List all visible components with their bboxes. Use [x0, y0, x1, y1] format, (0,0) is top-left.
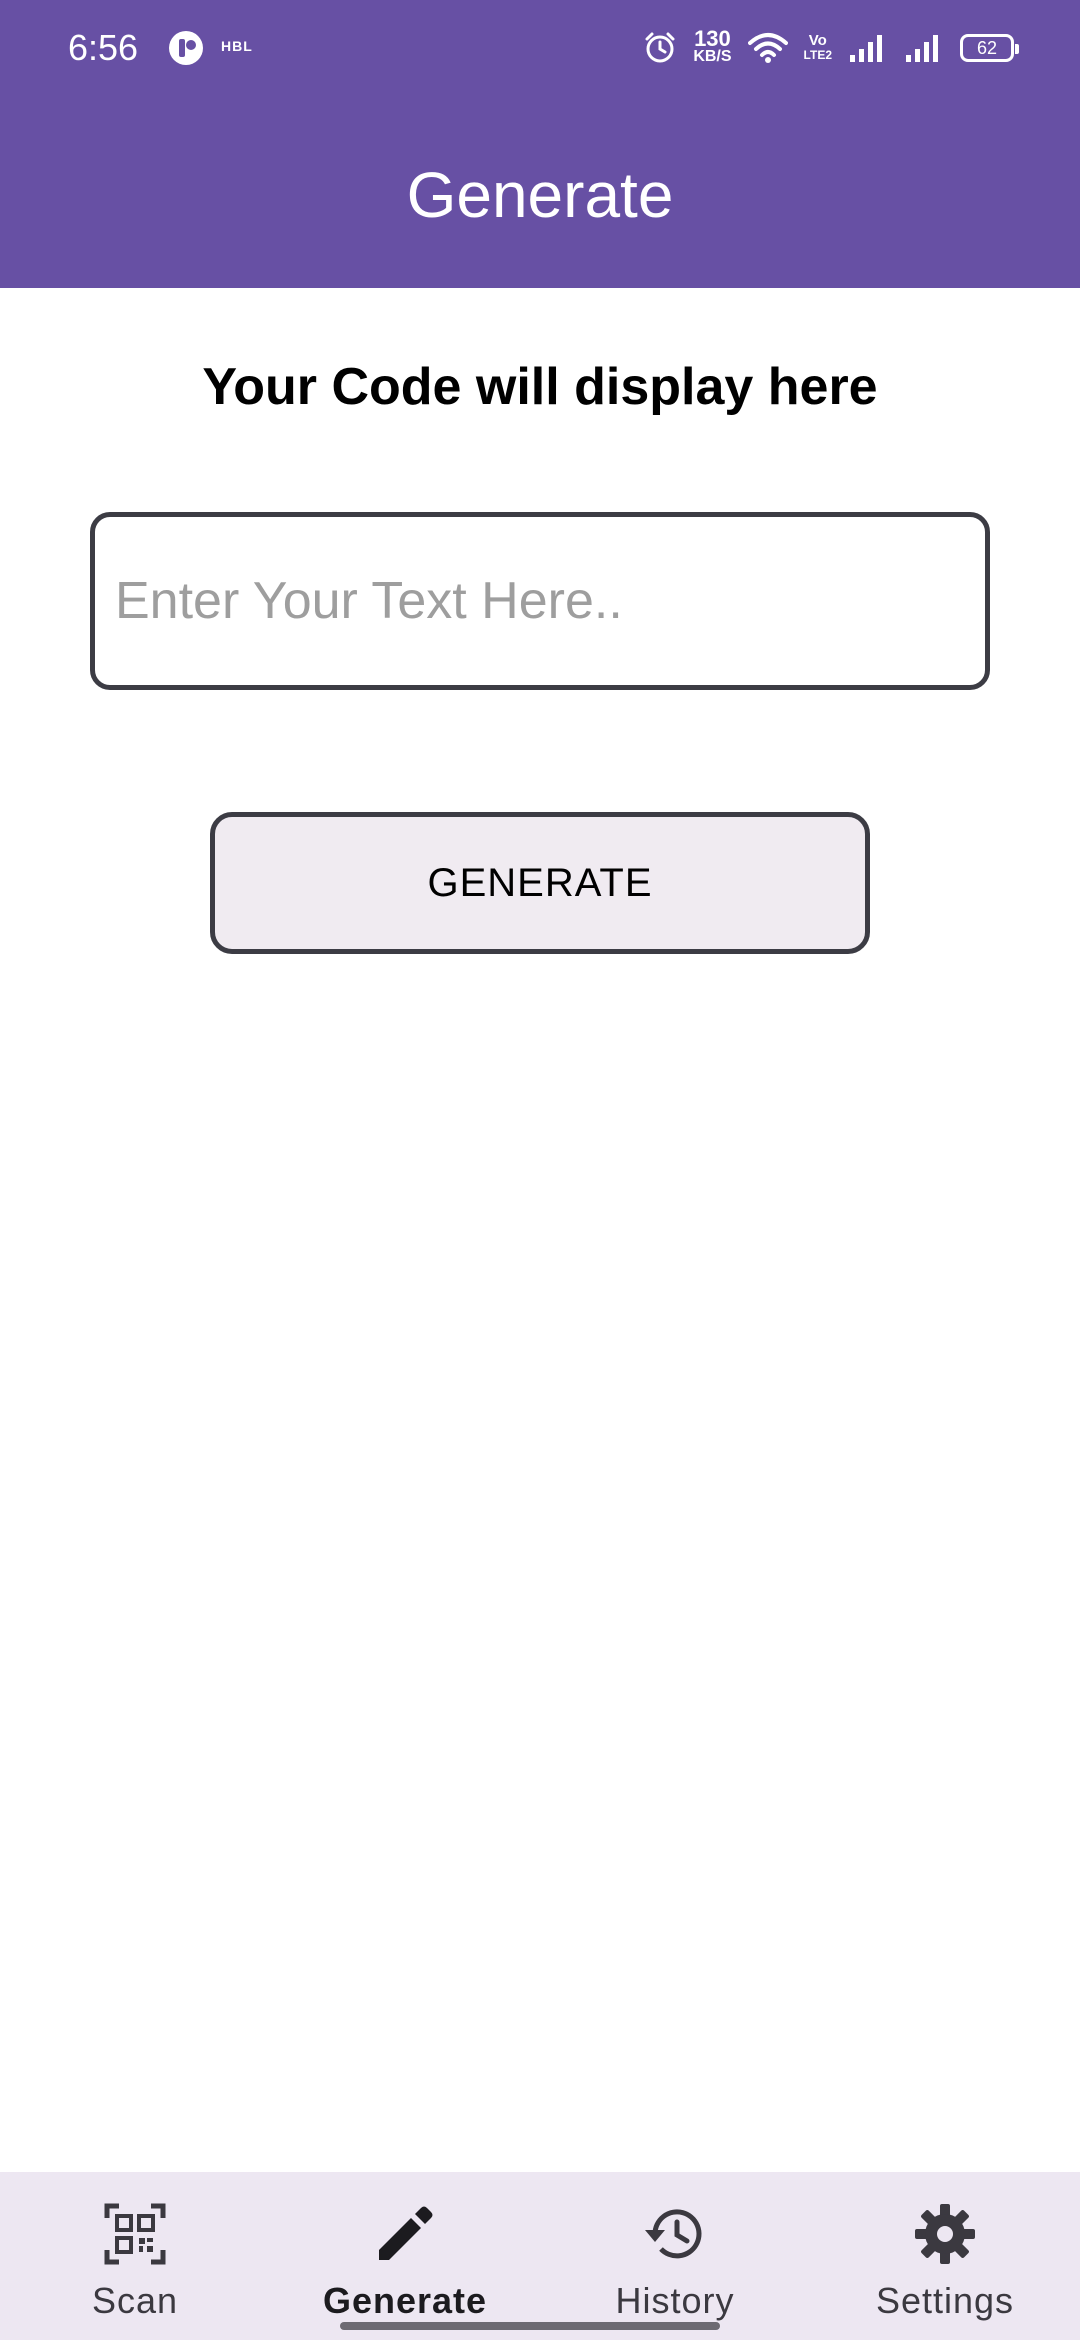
- nav-item-settings[interactable]: Settings: [810, 2172, 1080, 2340]
- gear-icon: [915, 2204, 975, 2264]
- code-display-placeholder: Your Code will display here: [202, 358, 878, 416]
- nav-label-scan: Scan: [91, 2280, 179, 2321]
- nav-item-generate[interactable]: Generate: [270, 2172, 540, 2340]
- signal-strength-icon-1: [850, 35, 882, 62]
- volte-indicator: Vo LTE2: [804, 33, 832, 63]
- status-icons: 130 KB/S Vo LTE2 62: [643, 24, 1019, 72]
- history-icon: [645, 2209, 702, 2259]
- nav-label-settings: Settings: [875, 2280, 1015, 2321]
- network-speed-value: 130: [694, 26, 731, 51]
- bottom-navigation: Scan Generate History Settings: [0, 2172, 1080, 2340]
- app-header: 6:56 HBL 130 KB/S Vo LTE2 62 Generate: [0, 0, 1080, 288]
- text-input-field[interactable]: [90, 512, 990, 690]
- wifi-icon: [747, 33, 788, 63]
- page-title: Generate: [406, 159, 674, 231]
- signal-strength-icon-2: [906, 35, 938, 62]
- pencil-icon: [379, 2206, 433, 2260]
- volte-bottom-label: LTE2: [803, 48, 832, 62]
- nav-item-scan[interactable]: Scan: [0, 2172, 270, 2340]
- home-indicator[interactable]: [340, 2322, 720, 2330]
- battery-icon: 62: [960, 34, 1019, 62]
- nav-item-history[interactable]: History: [540, 2172, 810, 2340]
- volte-top-label: Vo: [808, 32, 827, 49]
- nav-label-generate: Generate: [322, 2280, 488, 2321]
- app-notification-icon: [169, 31, 203, 65]
- battery-level: 62: [976, 37, 998, 58]
- generate-button[interactable]: GENERATE: [210, 812, 870, 954]
- alarm-icon: [645, 32, 675, 63]
- status-bar: 6:56 HBL 130 KB/S Vo LTE2 62: [0, 0, 1080, 96]
- network-speed: 130 KB/S: [693, 26, 732, 66]
- nav-label-history: History: [615, 2280, 735, 2321]
- status-time: 6:56: [68, 27, 139, 68]
- status-carrier: HBL: [221, 38, 253, 54]
- qr-code-scanner-icon: [104, 2203, 166, 2265]
- network-speed-unit: KB/S: [693, 48, 732, 65]
